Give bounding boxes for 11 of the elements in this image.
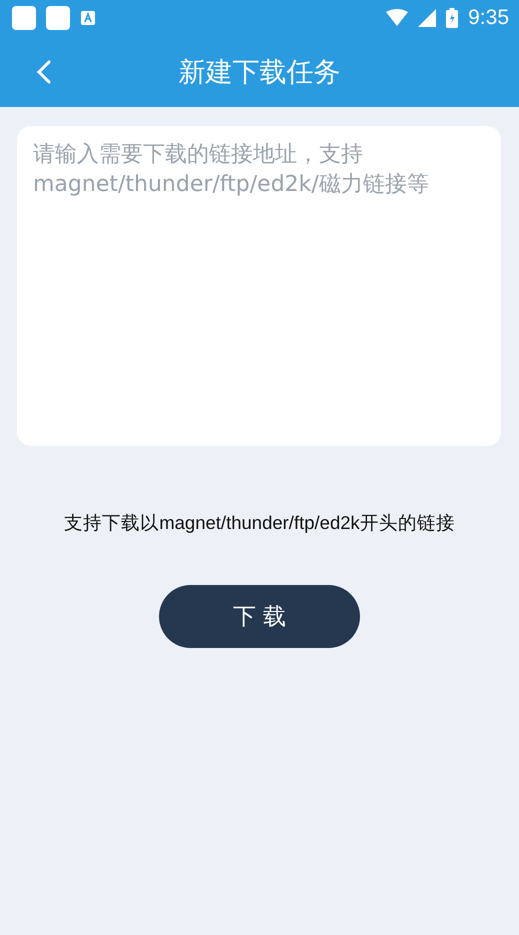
download-button[interactable]: 下 载 (159, 585, 360, 648)
keyboard-icon (80, 10, 96, 26)
status-time: 9:35 (468, 6, 509, 30)
signal-icon (418, 9, 436, 27)
notification-icon (12, 6, 36, 30)
notification-icon (46, 6, 70, 30)
battery-icon (446, 8, 458, 28)
wifi-icon (386, 9, 408, 27)
page-title: 新建下载任务 (178, 56, 340, 90)
link-input-field[interactable]: 请输入需要下载的链接地址，支持magnet/thunder/ftp/ed2k/磁力链接等 (17, 126, 501, 446)
hint-text: 支持下载以magnet/thunder/ftp/ed2k开头的链接 (64, 511, 455, 535)
